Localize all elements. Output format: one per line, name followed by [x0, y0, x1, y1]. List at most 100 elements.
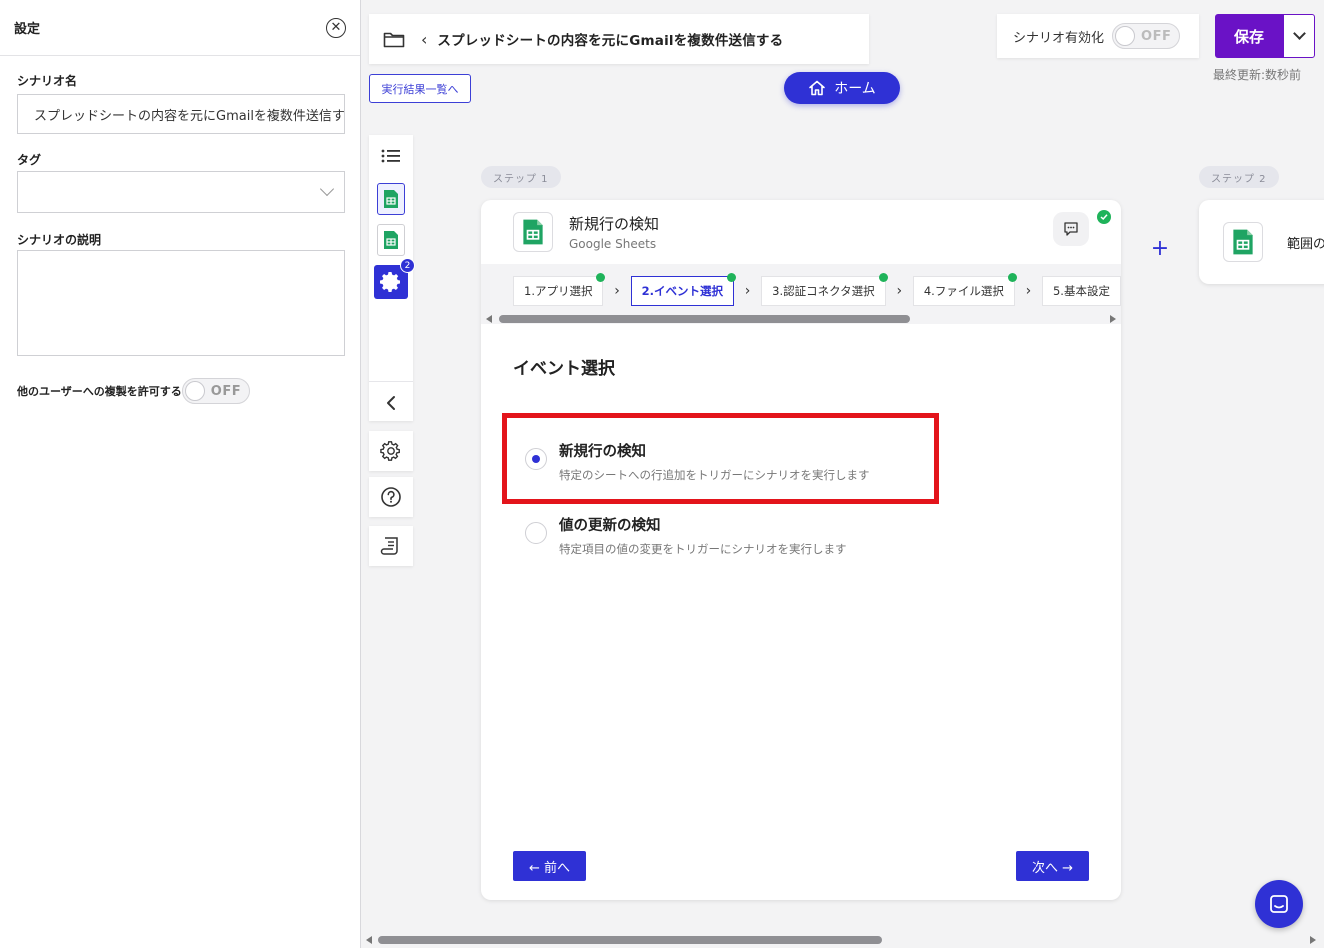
scenario-activate: シナリオ有効化 OFF — [997, 14, 1199, 58]
allow-copy-row: 他のユーザーへの複製を許可する OFF — [17, 378, 251, 404]
gear-tile: 2 — [374, 258, 415, 299]
save-dropdown-button[interactable] — [1283, 14, 1315, 58]
tab-connector-select[interactable]: 3.認証コネクタ選択 — [761, 273, 888, 306]
gear-icon — [380, 272, 400, 292]
scroll-thumb[interactable] — [499, 315, 910, 323]
step-toolbar: 2 — [369, 135, 415, 421]
comment-icon — [1064, 222, 1078, 236]
close-icon: ✕ — [330, 20, 342, 35]
card-title: 新規行の検知 — [569, 215, 660, 233]
scroll-right-icon[interactable] — [1110, 315, 1116, 323]
settings-panel: 設定 ✕ シナリオ名 スプレッドシートの内容を元にGmailを複数件送信する タ… — [0, 0, 361, 948]
save-button[interactable]: 保存 — [1215, 14, 1283, 58]
scenario-name-input[interactable]: スプレッドシートの内容を元にGmailを複数件送信する — [17, 94, 345, 134]
activate-label: シナリオ有効化 — [1013, 30, 1105, 46]
tab-basic-settings[interactable]: 5.基本設定 — [1041, 276, 1121, 306]
allow-copy-toggle[interactable]: OFF — [181, 378, 251, 404]
card-header: 新規行の検知 Google Sheets — [481, 200, 1121, 264]
section-title: イベント選択 — [513, 359, 615, 379]
settings-title: 設定 — [14, 22, 41, 37]
chevron-right-icon: › — [896, 283, 903, 299]
plus-icon: + — [1150, 235, 1170, 261]
chat-icon — [1270, 895, 1288, 913]
tab-event-select[interactable]: 2.イベント選択 — [630, 273, 737, 306]
toggle-knob — [1115, 26, 1136, 46]
next-button[interactable]: 次へ → — [1016, 851, 1089, 881]
scroll-thumb[interactable] — [378, 936, 882, 944]
radio-unselected[interactable] — [525, 522, 547, 544]
chat-button[interactable] — [1255, 880, 1303, 928]
list-view-button[interactable] — [374, 139, 408, 173]
tab-label: 5.基本設定 — [1052, 284, 1110, 298]
collapse-button[interactable] — [374, 386, 408, 420]
step1-label: ステップ 1 — [481, 166, 561, 188]
prev-button[interactable]: ← 前へ — [513, 851, 586, 881]
chevron-down-icon — [319, 181, 335, 197]
step2-card[interactable]: 範囲のセ — [1199, 200, 1324, 284]
tab-label: 3.認証コネクタ選択 — [772, 284, 875, 298]
step1-mini-button[interactable] — [374, 182, 408, 216]
tag-label: タグ — [17, 153, 42, 167]
option-text: 値の更新の検知 特定項目の値の変更をトリガーにシナリオを実行します — [559, 514, 847, 557]
google-sheets-icon — [377, 224, 405, 256]
breadcrumb: ‹ スプレッドシートの内容を元にGmailを複数件送信する — [369, 14, 869, 64]
toggle-state: OFF — [1141, 28, 1172, 44]
badge-count: 2 — [400, 258, 415, 273]
option-value-update[interactable]: 値の更新の検知 特定項目の値の変更をトリガーにシナリオを実行します — [525, 514, 847, 557]
last-updated: 最終更新:数秒前 — [1213, 68, 1302, 82]
highlight-box — [502, 413, 939, 504]
add-step-button[interactable]: + — [1147, 235, 1173, 261]
toggle-knob — [184, 381, 205, 401]
step2-mini-button[interactable] — [374, 223, 408, 257]
description-label: シナリオの説明 — [17, 233, 102, 247]
check-circle-icon — [727, 273, 737, 282]
settings-header: 設定 ✕ — [0, 0, 360, 56]
card-subtitle: Google Sheets — [569, 237, 657, 251]
scroll-left-icon[interactable] — [486, 315, 492, 323]
check-circle-icon — [878, 273, 888, 282]
tab-app-select[interactable]: 1.アプリ選択 — [513, 273, 606, 306]
gear-icon — [380, 441, 400, 461]
tab-label: 4.ファイル選択 — [923, 284, 1004, 298]
script-icon — [380, 537, 398, 555]
tab-label: 2.イベント選択 — [641, 284, 724, 298]
home-icon — [809, 80, 826, 96]
check-circle-icon — [1007, 273, 1017, 282]
settings-button[interactable] — [369, 431, 413, 471]
card-heading: 新規行の検知 Google Sheets — [569, 213, 659, 251]
option-desc: 特定項目の値の変更をトリガーにシナリオを実行します — [559, 542, 847, 556]
description-textarea[interactable] — [17, 250, 345, 356]
chevron-right-icon: › — [1025, 283, 1032, 299]
results-list-button[interactable]: 実行結果一覧へ — [369, 74, 471, 103]
manual-button[interactable] — [369, 526, 413, 566]
step2-title: 範囲のセ — [1286, 236, 1324, 252]
tab-file-select[interactable]: 4.ファイル選択 — [912, 273, 1017, 306]
home-button[interactable]: ホーム — [784, 72, 900, 104]
chevron-right-icon: › — [744, 283, 751, 299]
step1-card: 新規行の検知 Google Sheets 1.アプリ選択 › 2.イベント選択 … — [481, 200, 1121, 900]
scroll-right-icon[interactable] — [1310, 936, 1316, 944]
back-chevron-icon[interactable]: ‹ — [421, 30, 427, 49]
google-sheets-icon — [1223, 222, 1263, 262]
canvas-scrollbar[interactable] — [362, 934, 1324, 946]
help-icon — [381, 487, 401, 507]
scroll-left-icon[interactable] — [366, 936, 372, 944]
comment-button[interactable] — [1053, 212, 1089, 246]
tag-select[interactable] — [17, 171, 345, 213]
step-settings-button[interactable]: 2 — [374, 258, 415, 299]
allow-copy-label: 他のユーザーへの複製を許可する — [17, 385, 182, 398]
home-label: ホーム — [834, 81, 876, 97]
tabs-scrollbar[interactable] — [481, 314, 1121, 324]
tab-label: 1.アプリ選択 — [524, 284, 593, 298]
chevron-left-icon — [387, 396, 395, 410]
close-settings-button[interactable]: ✕ — [326, 17, 346, 38]
scenario-name-label: シナリオ名 — [17, 74, 78, 88]
chevron-right-icon: › — [614, 283, 620, 299]
toggle-state: OFF — [210, 383, 242, 399]
google-sheets-icon — [513, 212, 553, 252]
list-icon — [381, 149, 400, 163]
save-group: 保存 — [1215, 14, 1315, 58]
activate-toggle[interactable]: OFF — [1112, 23, 1181, 49]
folder-icon[interactable] — [383, 31, 405, 48]
help-button[interactable] — [369, 477, 413, 517]
